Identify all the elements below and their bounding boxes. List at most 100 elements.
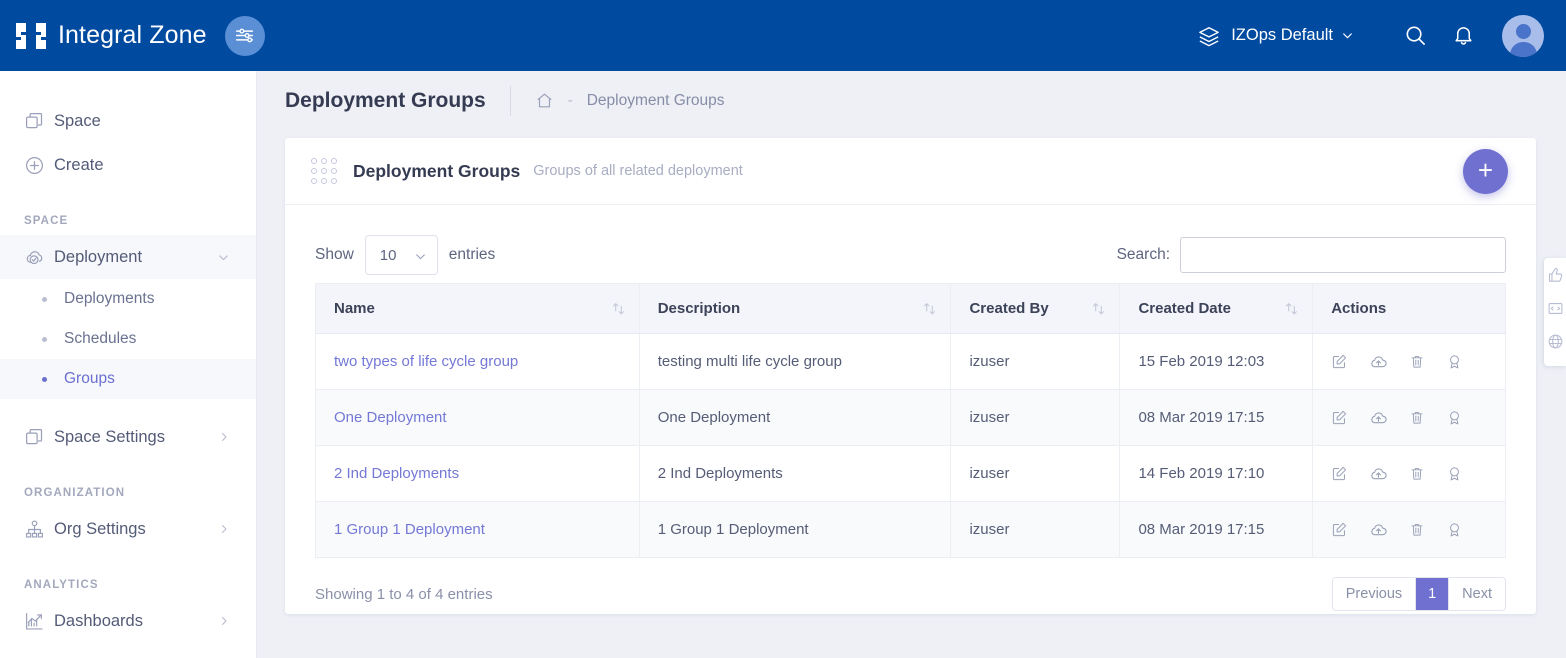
pagination-page-1[interactable]: 1 <box>1416 578 1450 610</box>
column-header-description[interactable]: Description <box>639 283 952 334</box>
chevron-down-icon[interactable] <box>217 251 230 264</box>
edit-icon[interactable] <box>1331 353 1348 370</box>
sidebar-item-deployments[interactable]: Deployments <box>0 279 256 319</box>
sliders-icon[interactable] <box>224 15 265 56</box>
grid-dots-icon[interactable] <box>311 158 337 184</box>
breadcrumb-current: Deployment Groups <box>586 91 725 109</box>
pagination-next[interactable]: Next <box>1449 578 1505 610</box>
sidebar-item-label: Space <box>54 111 101 130</box>
group-name-link[interactable]: 2 Ind Deployments <box>334 465 459 482</box>
top-navigation-bar: Integral Zone IZOps Default <box>0 0 1566 71</box>
brand[interactable]: Integral Zone <box>0 21 207 51</box>
sidebar-item-label: Create <box>54 155 104 174</box>
trash-icon[interactable] <box>1409 353 1425 370</box>
page-title: Deployment Groups <box>285 88 486 112</box>
cell-created-date: 15 Feb 2019 12:03 <box>1119 333 1314 390</box>
cloud-upload-icon[interactable] <box>1369 520 1388 539</box>
group-name-link[interactable]: two types of life cycle group <box>334 353 518 370</box>
trash-icon[interactable] <box>1409 465 1425 482</box>
cloud-upload-icon[interactable] <box>1369 352 1388 371</box>
sidebar-subitem-label: Deployments <box>64 290 155 307</box>
sidebar-subitem-label: Schedules <box>64 330 137 347</box>
table-controls: Show 10 entries Search: <box>315 227 1506 283</box>
cloud-upload-icon[interactable] <box>1369 408 1388 427</box>
code-icon[interactable] <box>1547 300 1564 317</box>
trash-icon[interactable] <box>1409 409 1425 426</box>
sidebar-item-schedules[interactable]: Schedules <box>0 319 256 359</box>
column-header-actions: Actions <box>1312 283 1506 334</box>
cell-created-by: izuser <box>950 333 1121 390</box>
home-icon[interactable] <box>535 91 554 110</box>
column-header-name[interactable]: Name <box>315 283 640 334</box>
entries-label: entries <box>448 246 496 263</box>
bullet-icon <box>42 336 47 342</box>
user-avatar[interactable] <box>1502 14 1544 57</box>
page-size-select[interactable]: 10 <box>364 235 438 275</box>
sidebar-item-space-settings[interactable]: Space Settings <box>0 415 256 459</box>
cell-description: 1 Group 1 Deployment <box>639 501 952 558</box>
cell-created-date: 14 Feb 2019 17:10 <box>1119 445 1314 502</box>
table-row[interactable]: 1 Group 1 Deployment 1 Group 1 Deploymen… <box>315 501 1506 558</box>
chevron-right-icon[interactable] <box>218 523 230 535</box>
thumbs-up-icon[interactable] <box>1547 267 1564 284</box>
cloud-upload-icon[interactable] <box>1369 464 1388 483</box>
table-row[interactable]: 2 Ind Deployments 2 Ind Deployments izus… <box>315 445 1506 502</box>
column-label: Description <box>657 300 741 317</box>
bell-icon[interactable] <box>1446 19 1480 53</box>
group-name-link[interactable]: One Deployment <box>334 409 447 426</box>
sidebar-section-space: SPACE <box>24 215 69 227</box>
sort-updown-icon[interactable] <box>1285 301 1298 316</box>
card-title: Deployment Groups <box>353 160 521 181</box>
table-row[interactable]: One Deployment One Deployment izuser 08 … <box>315 389 1506 446</box>
award-icon[interactable] <box>1446 521 1463 539</box>
chevron-right-icon[interactable] <box>218 615 230 627</box>
table-header-row: Name Description Created By Created Date… <box>315 283 1506 334</box>
sidebar-item-deployment[interactable]: Deployment <box>0 235 256 279</box>
edit-icon[interactable] <box>1331 465 1348 482</box>
award-icon[interactable] <box>1446 409 1463 427</box>
sidebar-item-create[interactable]: Create <box>0 143 256 187</box>
tenant-selector[interactable]: IZOps Default <box>1198 25 1354 47</box>
column-header-created-date[interactable]: Created Date <box>1119 283 1314 334</box>
search-input[interactable] <box>1180 237 1506 273</box>
cell-name: 2 Ind Deployments <box>315 445 640 502</box>
sidebar-item-space[interactable]: Space <box>0 99 256 143</box>
chevron-right-icon[interactable] <box>218 431 230 443</box>
edit-icon[interactable] <box>1331 409 1348 426</box>
award-icon[interactable] <box>1446 465 1463 483</box>
org-chart-icon <box>24 519 54 540</box>
award-icon[interactable] <box>1446 353 1463 371</box>
sidebar-section-analytics: ANALYTICS <box>24 579 99 591</box>
table-row[interactable]: two types of life cycle group testing mu… <box>315 333 1506 390</box>
search-icon[interactable] <box>1398 19 1432 53</box>
table-footer: Showing 1 to 4 of 4 entries Previous 1 N… <box>285 558 1536 614</box>
sidebar-item-dashboards[interactable]: Dashboards <box>0 599 256 643</box>
breadcrumb: - Deployment Groups <box>535 91 725 110</box>
card-header: Deployment Groups Groups of all related … <box>285 138 1536 205</box>
cell-created-date: 08 Mar 2019 17:15 <box>1119 501 1314 558</box>
sidebar-item-groups[interactable]: Groups <box>0 359 256 399</box>
add-group-button[interactable]: + <box>1463 149 1508 194</box>
cell-actions <box>1312 501 1506 558</box>
globe-icon[interactable] <box>1547 333 1564 350</box>
column-header-created-by[interactable]: Created By <box>950 283 1121 334</box>
group-name-link[interactable]: 1 Group 1 Deployment <box>334 521 485 538</box>
chevron-down-icon <box>414 250 427 263</box>
sidebar-subitem-label: Groups <box>64 370 115 387</box>
cell-description: One Deployment <box>639 389 952 446</box>
cell-actions <box>1312 445 1506 502</box>
sidebar-item-org-settings[interactable]: Org Settings <box>0 507 256 551</box>
trash-icon[interactable] <box>1409 521 1425 538</box>
edit-icon[interactable] <box>1331 521 1348 538</box>
chevron-down-icon <box>1341 29 1354 42</box>
sort-updown-icon[interactable] <box>1092 301 1105 316</box>
column-label: Name <box>334 300 375 317</box>
card-body: Show 10 entries Search: Name Description… <box>285 205 1536 558</box>
column-label: Created Date <box>1138 300 1231 317</box>
sidebar-item-label: Deployment <box>54 247 143 266</box>
pagination-previous[interactable]: Previous <box>1332 578 1417 610</box>
cell-actions <box>1312 333 1506 390</box>
cell-created-by: izuser <box>950 445 1121 502</box>
sort-updown-icon[interactable] <box>612 301 625 316</box>
sort-updown-icon[interactable] <box>923 301 936 316</box>
